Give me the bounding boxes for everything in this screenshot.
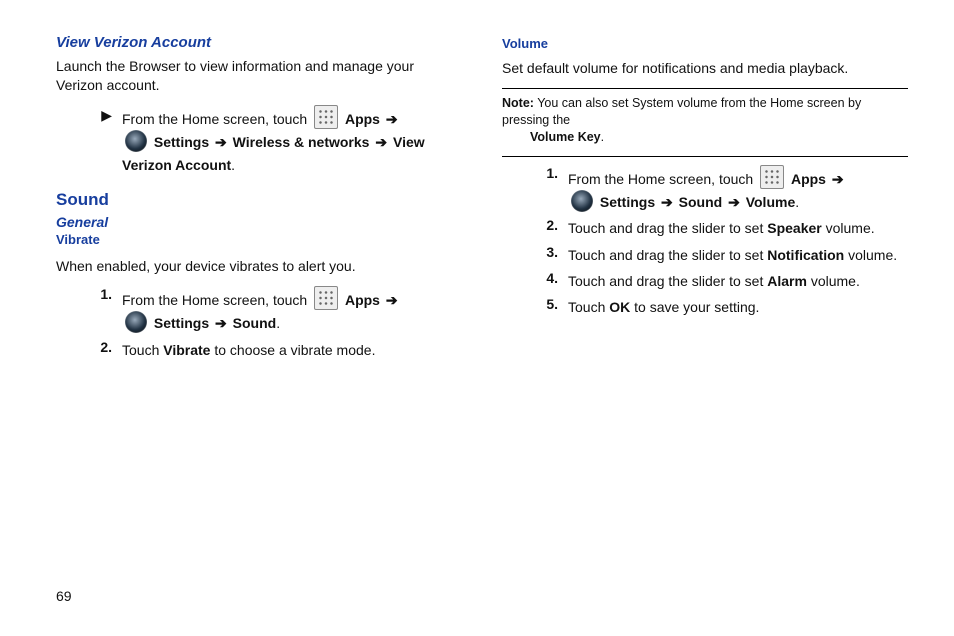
apps-icon <box>314 105 338 129</box>
step-number: 1. <box>538 165 558 214</box>
heading-volume: Volume <box>502 36 908 51</box>
step-body: Touch Vibrate to choose a vibrate mode. <box>122 339 462 361</box>
settings-label: Settings <box>600 194 655 210</box>
arrow-icon: ➔ <box>213 315 229 331</box>
left-column: View Verizon Account Launch the Browser … <box>56 34 462 365</box>
arrow-icon: ➔ <box>384 292 400 308</box>
apps-label: Apps <box>345 111 380 127</box>
step-number: 4. <box>538 270 558 292</box>
arrow-icon: ➔ <box>726 194 742 210</box>
step-body: From the Home screen, touch Apps ➔ Setti… <box>122 286 462 335</box>
strong-label: Notification <box>767 247 844 263</box>
text: Touch <box>122 342 163 358</box>
step-item: 5. Touch OK to save your setting. <box>538 296 908 318</box>
paragraph-intro: Launch the Browser to view information a… <box>56 57 462 95</box>
path-segment: Volume <box>746 194 796 210</box>
settings-icon <box>125 130 147 152</box>
step-body: Touch and drag the slider to set Alarm v… <box>568 270 908 292</box>
note-block: Note: You can also set System volume fro… <box>502 95 908 146</box>
text: volume. <box>848 247 897 263</box>
heading-sound: Sound <box>56 190 462 210</box>
step-item: 4. Touch and drag the slider to set Alar… <box>538 270 908 292</box>
strong-label: Alarm <box>767 273 807 289</box>
step-number: 1. <box>92 286 112 335</box>
settings-icon <box>125 311 147 333</box>
text: Touch and drag the slider to set <box>568 273 767 289</box>
note-label: Note: <box>502 96 534 110</box>
settings-label: Settings <box>154 315 209 331</box>
paragraph-vibrate: When enabled, your device vibrates to al… <box>56 257 462 276</box>
step-number: 2. <box>538 217 558 239</box>
strong-label: Speaker <box>767 220 821 236</box>
step-number: 3. <box>538 244 558 266</box>
vibrate-label: Vibrate <box>163 342 210 358</box>
step-number: 5. <box>538 296 558 318</box>
note-strong: Volume Key <box>530 130 601 144</box>
right-column: Volume Set default volume for notificati… <box>502 34 908 365</box>
path-segment: Sound <box>679 194 723 210</box>
apps-label: Apps <box>791 171 826 187</box>
heading-view-verizon-account: View Verizon Account <box>56 34 462 51</box>
divider <box>502 88 908 89</box>
apps-label: Apps <box>345 292 380 308</box>
apps-icon <box>314 286 338 310</box>
text: Touch <box>568 299 609 315</box>
text: From the Home screen, touch <box>568 171 757 187</box>
step-body: From the Home screen, touch Apps ➔ Setti… <box>568 165 908 214</box>
step-item: 2. Touch Vibrate to choose a vibrate mod… <box>92 339 462 361</box>
text: volume. <box>811 273 860 289</box>
step-body: Touch OK to save your setting. <box>568 296 908 318</box>
path-segment: Sound <box>233 315 277 331</box>
step-item: 1. From the Home screen, touch Apps ➔ Se… <box>92 286 462 335</box>
step-item: 3. Touch and drag the slider to set Noti… <box>538 244 908 266</box>
strong-label: OK <box>609 299 630 315</box>
heading-general: General <box>56 214 462 230</box>
text: Touch and drag the slider to set <box>568 220 767 236</box>
settings-label: Settings <box>154 134 209 150</box>
page-number: 69 <box>56 588 72 604</box>
text: From the Home screen, touch <box>122 292 311 308</box>
note-text: You can also set System volume from the … <box>502 96 861 127</box>
bullet-marker-icon: ▶ <box>92 105 112 176</box>
text: to save your setting. <box>634 299 759 315</box>
apps-icon <box>760 165 784 189</box>
step-item: 1. From the Home screen, touch Apps ➔ Se… <box>538 165 908 214</box>
heading-vibrate: Vibrate <box>56 232 462 247</box>
step-item: 2. Touch and drag the slider to set Spea… <box>538 217 908 239</box>
text: Touch and drag the slider to set <box>568 247 767 263</box>
divider <box>502 156 908 157</box>
step-body: Touch and drag the slider to set Notific… <box>568 244 908 266</box>
arrow-icon: ➔ <box>830 171 846 187</box>
text: volume. <box>826 220 875 236</box>
step-body: Touch and drag the slider to set Speaker… <box>568 217 908 239</box>
settings-icon <box>571 190 593 212</box>
bullet-item: ▶ From the Home screen, touch Apps ➔ Set… <box>92 105 462 176</box>
arrow-icon: ➔ <box>373 134 389 150</box>
paragraph-volume: Set default volume for notifications and… <box>502 59 908 78</box>
step-number: 2. <box>92 339 112 361</box>
text: From the Home screen, touch <box>122 111 311 127</box>
arrow-icon: ➔ <box>659 194 675 210</box>
text: to choose a vibrate mode. <box>214 342 375 358</box>
bullet-body: From the Home screen, touch Apps ➔ Setti… <box>122 105 462 176</box>
path-segment: Wireless & networks <box>233 134 370 150</box>
arrow-icon: ➔ <box>213 134 229 150</box>
arrow-icon: ➔ <box>384 111 400 127</box>
